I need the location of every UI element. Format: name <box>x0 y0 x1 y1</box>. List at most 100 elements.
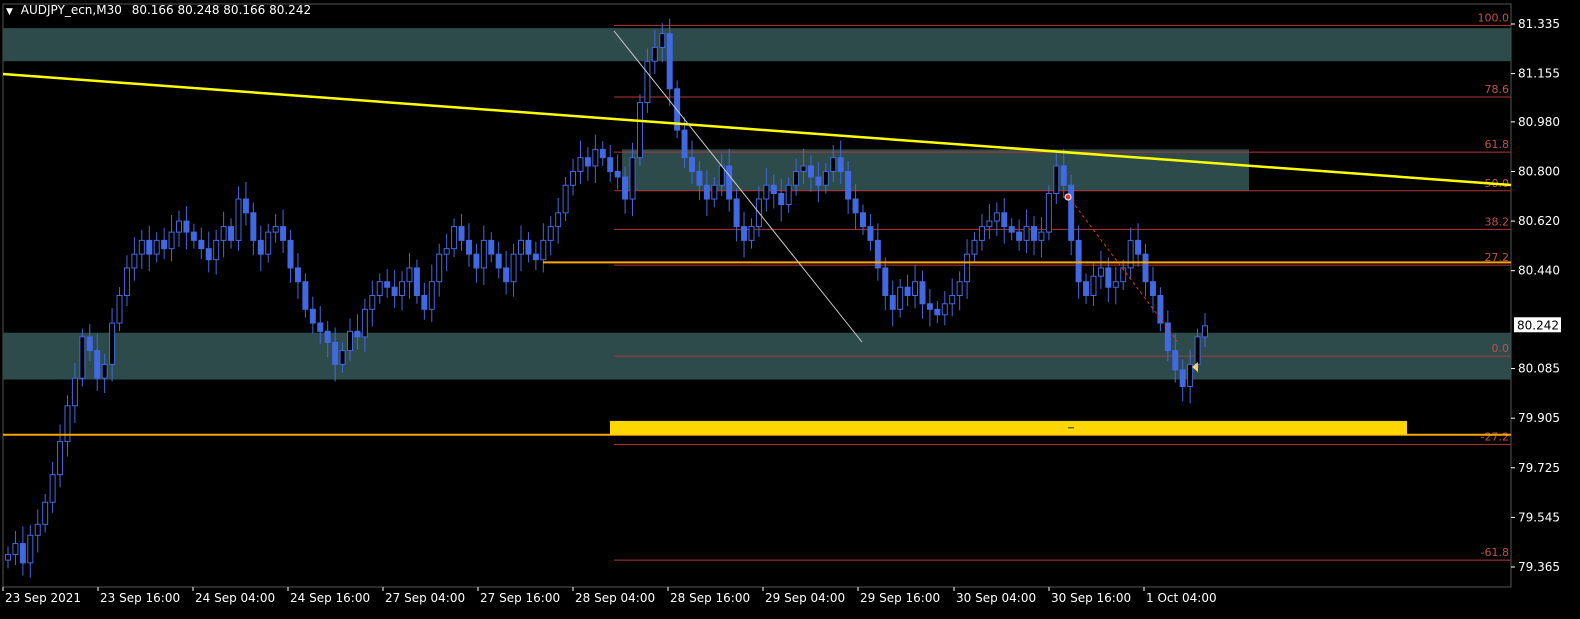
candle <box>488 239 495 255</box>
candle <box>1194 336 1201 365</box>
candle <box>592 148 599 167</box>
candle <box>436 253 443 283</box>
candle <box>168 231 175 250</box>
candle <box>71 377 78 407</box>
candle <box>622 176 629 200</box>
candle <box>570 170 577 186</box>
price-axis-label: 80.620 <box>1518 214 1560 228</box>
candle <box>480 239 487 269</box>
dropdown-triangle-icon[interactable]: ▼ <box>6 7 13 17</box>
price-axis-label: 79.725 <box>1518 461 1560 475</box>
candle <box>1187 363 1194 387</box>
candle <box>800 165 807 172</box>
candle <box>503 267 510 283</box>
symbol-name: AUDJPY_ecn,M30 <box>20 3 122 17</box>
candle <box>1097 267 1104 277</box>
candle <box>793 170 800 186</box>
candle <box>1038 231 1045 241</box>
candle <box>986 220 993 228</box>
price-axis-label: 80.085 <box>1518 362 1560 376</box>
candle <box>978 226 985 241</box>
candle <box>228 226 235 241</box>
candle <box>926 303 933 310</box>
candle <box>1202 325 1208 338</box>
candle <box>1135 239 1142 255</box>
chart-window[interactable]: 100.078.661.850.038.227.20.0-27.2-61.881… <box>0 0 1580 615</box>
candle <box>1060 165 1067 186</box>
candle <box>123 267 130 297</box>
candle <box>19 543 26 564</box>
candle <box>473 253 480 269</box>
candle <box>1105 267 1112 288</box>
candle <box>361 308 368 338</box>
candle <box>413 267 420 297</box>
candle <box>1016 231 1023 241</box>
candle <box>280 226 287 241</box>
candle <box>451 226 458 250</box>
candle <box>376 281 383 296</box>
time-axis-label: 24 Sep 16:00 <box>290 591 370 605</box>
candle <box>1157 295 1164 324</box>
candle <box>912 281 919 296</box>
candle <box>421 295 428 310</box>
candle <box>495 253 502 269</box>
candle <box>294 267 301 283</box>
fib-level-label: 0.0 <box>1492 342 1510 355</box>
candle <box>161 239 168 250</box>
price-axis-label: 79.905 <box>1518 411 1560 425</box>
candle <box>666 33 673 90</box>
time-axis-label: 28 Sep 16:00 <box>670 591 750 605</box>
candle <box>830 157 837 172</box>
candle <box>176 220 182 233</box>
target-box[interactable] <box>610 420 1407 435</box>
supply-zone[interactable] <box>3 28 1511 62</box>
candle <box>681 129 688 159</box>
candle <box>584 157 591 167</box>
candle <box>213 239 220 261</box>
candle <box>339 350 346 365</box>
ohlc-values: 80.166 80.248 80.166 80.242 <box>131 3 312 17</box>
time-axis-label: 28 Sep 04:00 <box>575 591 655 605</box>
candle <box>562 184 569 214</box>
candle <box>428 281 435 310</box>
candle <box>1023 226 1030 241</box>
chart-canvas[interactable]: 100.078.661.850.038.227.20.0-27.2-61.881… <box>0 0 1580 615</box>
candle <box>689 157 695 172</box>
time-axis-label: 23 Sep 16:00 <box>100 591 180 605</box>
candle <box>949 295 956 305</box>
candle <box>993 212 1000 222</box>
candle <box>845 170 852 200</box>
mid-zone[interactable] <box>622 149 1249 191</box>
candle <box>458 226 465 241</box>
candle <box>711 184 718 200</box>
candle <box>391 286 398 296</box>
candle <box>956 281 963 296</box>
candle <box>1075 239 1082 283</box>
candle <box>49 474 56 503</box>
candle <box>696 170 703 186</box>
candle <box>369 295 376 310</box>
candle <box>146 239 153 255</box>
candle <box>287 239 294 269</box>
candle <box>919 281 926 305</box>
candle <box>889 295 896 310</box>
candle <box>897 286 904 310</box>
candle <box>265 231 272 255</box>
candle <box>257 239 264 255</box>
candle <box>42 501 49 525</box>
candle <box>629 157 636 200</box>
projection-anchor-icon[interactable] <box>1064 193 1072 201</box>
candle <box>540 239 547 261</box>
candle <box>1142 253 1149 283</box>
candle <box>741 226 748 241</box>
fib-level-label: -61.8 <box>1481 546 1509 559</box>
candle <box>1112 281 1119 288</box>
candle <box>636 102 643 159</box>
candle <box>190 231 197 241</box>
candle <box>64 405 71 443</box>
candle <box>302 281 309 310</box>
candle <box>1031 226 1037 241</box>
candle <box>153 239 160 255</box>
fib-level-label: 78.6 <box>1485 83 1510 96</box>
candle <box>1164 322 1171 352</box>
